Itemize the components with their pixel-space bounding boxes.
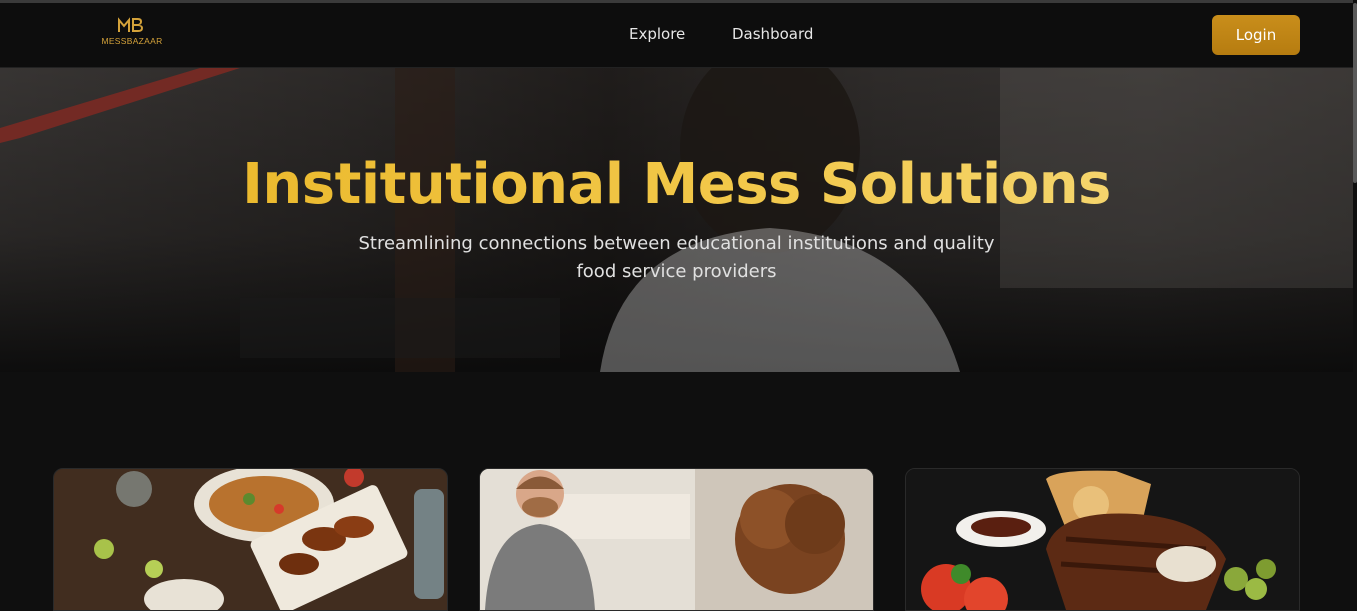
service-staff-image [480, 469, 873, 610]
nav-link-dashboard[interactable]: Dashboard [732, 25, 813, 43]
brand-name: MESSBAZAAR [101, 36, 163, 46]
hero-background-image [0, 68, 1353, 372]
hero-subtitle: Streamlining connections between educati… [358, 233, 995, 282]
hero-section: Institutional Mess Solutions Streamlinin… [0, 68, 1353, 372]
nav-link-explore[interactable]: Explore [629, 25, 685, 43]
food-spread-image [54, 469, 447, 610]
login-button[interactable]: Login [1212, 15, 1300, 55]
mb-monogram-icon [118, 17, 143, 32]
top-navbar: MESSBAZAAR Explore Dashboard Login [0, 3, 1353, 68]
feature-card-service-staff[interactable] [479, 468, 874, 611]
brand-logo[interactable]: MESSBAZAAR [95, 17, 169, 51]
feature-card-grilled-meat[interactable] [905, 468, 1300, 611]
page-scrollbar-thumb[interactable] [1353, 3, 1357, 183]
hero-title: Institutional Mess Solutions [0, 152, 1353, 217]
grilled-meat-plate-image [906, 469, 1299, 610]
feature-card-food-spread[interactable] [53, 468, 448, 611]
